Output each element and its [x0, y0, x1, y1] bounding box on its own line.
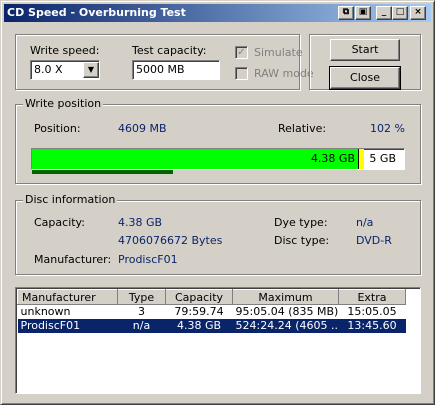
- overburning-test-window: CD Speed - Overburning Test ⧉ ▣ _ □ × Wr…: [0, 0, 435, 405]
- write-speed-label: Write speed:: [30, 44, 100, 57]
- sub-progress-fill: [32, 170, 173, 174]
- disc-information-title: Disc information: [23, 193, 118, 206]
- disc-type-value: DVD-R: [356, 234, 392, 247]
- cell-type: 3: [138, 305, 145, 319]
- capacity-label: Capacity:: [34, 216, 85, 229]
- column-header-manufacturer[interactable]: Manufacturer: [17, 289, 118, 305]
- capacity-value: 4.38 GB: [118, 216, 163, 229]
- minimize-button[interactable]: _: [376, 6, 392, 20]
- title-bar: CD Speed - Overburning Test ⧉ ▣ _ □ ×: [4, 4, 431, 22]
- write-position-title: Write position: [23, 97, 104, 110]
- test-capacity-label: Test capacity:: [132, 44, 207, 57]
- end-capacity-label: 5 GB: [369, 152, 396, 165]
- write-position-bar: 4.38 GB 5 GB: [31, 148, 405, 170]
- write-speed-value: 8.0 X: [34, 63, 63, 76]
- position-label: Position:: [34, 122, 81, 135]
- write-speed-select[interactable]: 8.0 X ▼: [30, 60, 100, 80]
- column-header-extra[interactable]: Extra: [338, 289, 406, 305]
- column-header-capacity[interactable]: Capacity: [165, 289, 233, 305]
- cell-maximum: 524:24.24 (4605 ...: [232, 318, 339, 333]
- write-position-group: Write position Position: 4609 MB Relativ…: [15, 97, 421, 184]
- write-position-fill: [32, 149, 358, 169]
- cell-capacity: 79:59.74: [174, 305, 224, 319]
- test-capacity-value: 5000 MB: [136, 63, 185, 76]
- window-title: CD Speed - Overburning Test: [7, 6, 186, 19]
- cell-capacity: 4.38 GB: [165, 318, 233, 333]
- manufacturer-value: ProdiscF01: [118, 253, 178, 266]
- write-position-marker: [358, 149, 364, 169]
- results-table: Manufacturer Type Capacity Maximum Extra…: [17, 289, 406, 333]
- copy-icon[interactable]: ⧉: [338, 6, 354, 20]
- disc-type-label: Disc type:: [274, 234, 330, 247]
- cell-maximum: 95:05.04 (835 MB): [235, 305, 339, 319]
- table-row[interactable]: unknown 3 79:59.74 95:05.04 (835 MB) 15:…: [18, 305, 406, 319]
- position-value: 4609 MB: [118, 122, 167, 135]
- test-capacity-input[interactable]: 5000 MB: [132, 60, 220, 80]
- sub-progress-bar: [32, 170, 404, 174]
- cell-type: n/a: [117, 318, 166, 333]
- maximize-button[interactable]: □: [392, 6, 408, 20]
- cell-extra: 15:05.05: [347, 305, 397, 319]
- cell-manufacturer: ProdiscF01: [17, 318, 118, 333]
- buttons-group: Start Close: [309, 34, 421, 90]
- close-button[interactable]: Close: [329, 66, 401, 90]
- raw-mode-checkbox[interactable]: [235, 67, 248, 80]
- simulate-checkbox[interactable]: ✓: [235, 46, 248, 59]
- table-row[interactable]: ProdiscF01 n/a 4.38 GB 524:24.24 (4605 .…: [17, 318, 406, 333]
- dye-type-value: n/a: [356, 216, 374, 229]
- cell-manufacturer: unknown: [20, 305, 71, 319]
- disc-information-group: Disc information Capacity: 4.38 GB 47060…: [15, 193, 421, 275]
- manufacturer-label: Manufacturer:: [34, 253, 112, 266]
- disc-capacity-mark-label: 4.38 GB: [310, 152, 355, 165]
- results-list[interactable]: Manufacturer Type Capacity Maximum Extra…: [15, 287, 421, 394]
- relative-label: Relative:: [278, 122, 327, 135]
- chevron-down-icon[interactable]: ▼: [83, 62, 99, 78]
- raw-mode-label: RAW mode: [254, 67, 314, 80]
- start-button[interactable]: Start: [330, 39, 400, 61]
- cell-extra: 13:45.60: [338, 318, 406, 333]
- close-window-button[interactable]: ×: [410, 6, 426, 20]
- column-header-type[interactable]: Type: [117, 289, 166, 305]
- relative-value: 102 %: [370, 122, 405, 135]
- dye-type-label: Dye type:: [274, 216, 328, 229]
- settings-group: Write speed: 8.0 X ▼ Test capacity: 5000…: [15, 34, 314, 90]
- results-header-row: Manufacturer Type Capacity Maximum Extra: [17, 289, 406, 305]
- column-header-maximum[interactable]: Maximum: [232, 289, 339, 305]
- capacity-bytes-value: 4706076672 Bytes: [118, 234, 223, 247]
- simulate-label: Simulate: [254, 46, 303, 59]
- save-icon[interactable]: ▣: [355, 6, 371, 20]
